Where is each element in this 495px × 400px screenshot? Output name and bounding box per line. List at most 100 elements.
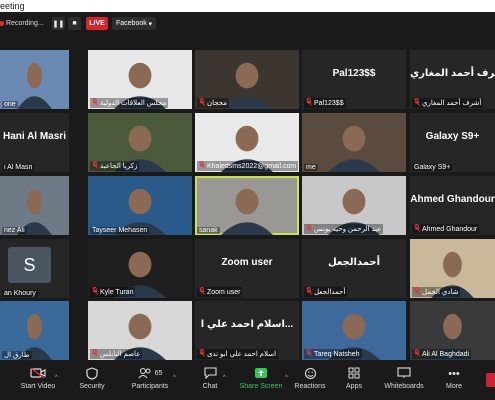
more-button[interactable]: ••• More bbox=[440, 367, 468, 390]
video-gallery: one مجلس العلاقات الدولية محجان Pal123$$ Pal… bbox=[0, 50, 495, 360]
participant-tile[interactable]: عاصم النابلس bbox=[88, 301, 192, 360]
chat-options-caret-icon[interactable]: ^ bbox=[223, 375, 226, 381]
participant-tile[interactable]: أشرف أحمد المغاري أشرف أحمد المغاري bbox=[410, 50, 495, 109]
security-button[interactable]: Security bbox=[75, 367, 109, 390]
participant-tile[interactable]: Tayseer Mehasen bbox=[88, 176, 192, 235]
participant-name-label: اسلام احمد علي ابو ندى bbox=[197, 349, 279, 359]
participant-display-name: اسلام احمد علي ا... bbox=[200, 319, 294, 330]
participant-name-label: أشرف أحمد المغاري bbox=[412, 98, 484, 108]
participant-name: اسلام احمد علي ابو ندى bbox=[207, 351, 277, 358]
share-screen-icon bbox=[238, 367, 284, 381]
participant-tile[interactable]: Zoom user Zoom user bbox=[195, 239, 299, 298]
chat-label: Chat bbox=[202, 383, 218, 390]
participant-name: Tayseer Mehasen bbox=[92, 227, 148, 234]
participants-button[interactable]: 65 Participants bbox=[128, 367, 172, 390]
participant-name-label: طارق ال bbox=[2, 351, 32, 359]
muted-mic-icon bbox=[306, 224, 312, 234]
participants-icon: 65 bbox=[128, 367, 172, 381]
muted-mic-icon bbox=[306, 287, 312, 297]
participant-display-name: Zoom user bbox=[221, 257, 273, 268]
muted-mic-icon bbox=[414, 224, 420, 234]
participant-name-label: Pal123$$ bbox=[304, 98, 346, 108]
pause-recording-button[interactable]: ❚❚ bbox=[52, 17, 65, 30]
participant-tile[interactable]: طارق ال bbox=[0, 301, 69, 360]
share-screen-button[interactable]: Share Screen bbox=[238, 367, 284, 390]
participant-tile[interactable]: nez Ali bbox=[0, 176, 69, 235]
participant-tile[interactable]: أحمدالجعل أحمدالجعل bbox=[302, 239, 406, 298]
end-meeting-button[interactable] bbox=[486, 373, 495, 387]
participant-name-label: i Al Masri bbox=[2, 164, 35, 171]
participant-name-label: زكريا الجاعبة bbox=[90, 161, 140, 171]
participant-tile[interactable]: Tareq Natsheh bbox=[302, 301, 406, 360]
participant-display-name: Hani Al Masri bbox=[3, 131, 66, 142]
participant-name: Ahmed Ghandour bbox=[422, 225, 478, 233]
participant-tile[interactable]: Hani Al Masri i Al Masri bbox=[0, 113, 69, 172]
share-screen-label: Share Screen bbox=[239, 383, 283, 390]
chat-button[interactable]: Chat bbox=[196, 367, 224, 390]
participant-name-label: محجان bbox=[197, 98, 230, 108]
chat-icon bbox=[196, 367, 224, 381]
muted-mic-icon bbox=[414, 287, 420, 297]
participant-name: one bbox=[4, 101, 16, 108]
window-title: eeting bbox=[0, 1, 25, 11]
participant-tile[interactable]: عبد الرحمن وحيه يونس bbox=[302, 176, 406, 235]
muted-mic-icon bbox=[199, 161, 205, 171]
participant-tile[interactable]: شادي الجمل bbox=[410, 239, 495, 298]
participant-display-name: أحمدالجعل bbox=[327, 257, 381, 268]
participant-display-name: Pal123$$ bbox=[332, 68, 376, 79]
participant-name-label: عبد الرحمن وحيه يونس bbox=[304, 224, 384, 234]
muted-mic-icon bbox=[199, 98, 205, 108]
participant-tile[interactable]: محجان bbox=[195, 50, 299, 109]
participant-name-label: Ali Al Baghdadi bbox=[412, 349, 472, 359]
participant-tile[interactable]: زكريا الجاعبة bbox=[88, 113, 192, 172]
participant-name: أشرف أحمد المغاري bbox=[422, 100, 482, 107]
video-options-caret-icon[interactable]: ^ bbox=[55, 375, 58, 381]
participant-name-label: Kyle Turan bbox=[90, 287, 136, 297]
muted-mic-icon bbox=[306, 98, 312, 108]
participant-tile[interactable]: Ahmed Ghandour Ahmed Ghandour bbox=[410, 176, 495, 235]
apps-button[interactable]: Apps bbox=[340, 367, 368, 390]
participant-tile[interactable]: Khaledsms2022@gmail.com bbox=[195, 113, 299, 172]
video-off-icon bbox=[18, 367, 58, 381]
participant-name: Khaledsms2022@gmail.com bbox=[207, 162, 297, 170]
participant-tile[interactable]: مجلس العلاقات الدولية bbox=[88, 50, 192, 109]
participants-options-caret-icon[interactable]: ^ bbox=[173, 375, 176, 381]
reactions-icon bbox=[292, 367, 328, 381]
apps-icon bbox=[340, 367, 368, 381]
participant-tile[interactable]: Galaxy S9+ Galaxy S9+ bbox=[410, 113, 495, 172]
participant-display-name: Ahmed Ghandour bbox=[410, 194, 495, 205]
participant-name: Kyle Turan bbox=[100, 288, 134, 296]
participant-name-label: Zoom user bbox=[197, 287, 243, 297]
participant-name-label: Ahmed Ghandour bbox=[412, 224, 480, 234]
participant-tile[interactable]: sanak bbox=[195, 176, 299, 235]
participant-name: me bbox=[306, 164, 316, 171]
muted-mic-icon bbox=[199, 287, 205, 297]
participant-tile[interactable]: one bbox=[0, 50, 69, 109]
record-dot-icon bbox=[0, 21, 4, 26]
start-video-button[interactable]: Start Video bbox=[18, 367, 58, 390]
whiteboards-label: Whiteboards bbox=[384, 383, 424, 390]
participant-name: مجلس العلاقات الدولية bbox=[100, 100, 167, 107]
participant-tile[interactable]: اسلام احمد علي ا... اسلام احمد علي ابو ند… bbox=[195, 301, 299, 360]
participant-display-name: Galaxy S9+ bbox=[425, 131, 480, 142]
participant-tile[interactable]: Kyle Turan bbox=[88, 239, 192, 298]
reactions-button[interactable]: Reactions bbox=[292, 367, 328, 390]
muted-mic-icon bbox=[199, 349, 205, 359]
participant-name: an Khoury bbox=[4, 290, 36, 297]
stream-target-dropdown[interactable]: Facebook ▾ bbox=[112, 17, 156, 30]
live-badge[interactable]: LIVE bbox=[86, 17, 108, 30]
whiteboards-button[interactable]: Whiteboards bbox=[383, 367, 425, 390]
stop-recording-button[interactable]: ■ bbox=[68, 17, 81, 30]
meeting-topbar: Recording... ❚❚ ■ LIVE Facebook ▾ bbox=[0, 12, 495, 34]
muted-mic-icon bbox=[306, 349, 312, 359]
participant-name: طارق ال bbox=[4, 352, 30, 359]
participant-tile[interactable]: me bbox=[302, 113, 406, 172]
participant-name: nez Ali bbox=[4, 227, 25, 234]
participant-tile[interactable]: San Khoury bbox=[0, 239, 69, 298]
share-options-caret-icon[interactable]: ^ bbox=[285, 375, 288, 381]
participant-name: شادي الجمل bbox=[422, 289, 459, 296]
participant-name: i Al Masri bbox=[4, 164, 33, 171]
participant-tile[interactable]: Ali Al Baghdadi bbox=[410, 301, 495, 360]
meeting-toolbar: Start Video ^ Security 65 Participants ^… bbox=[0, 365, 495, 400]
participant-tile[interactable]: Pal123$$ Pal123$$ bbox=[302, 50, 406, 109]
